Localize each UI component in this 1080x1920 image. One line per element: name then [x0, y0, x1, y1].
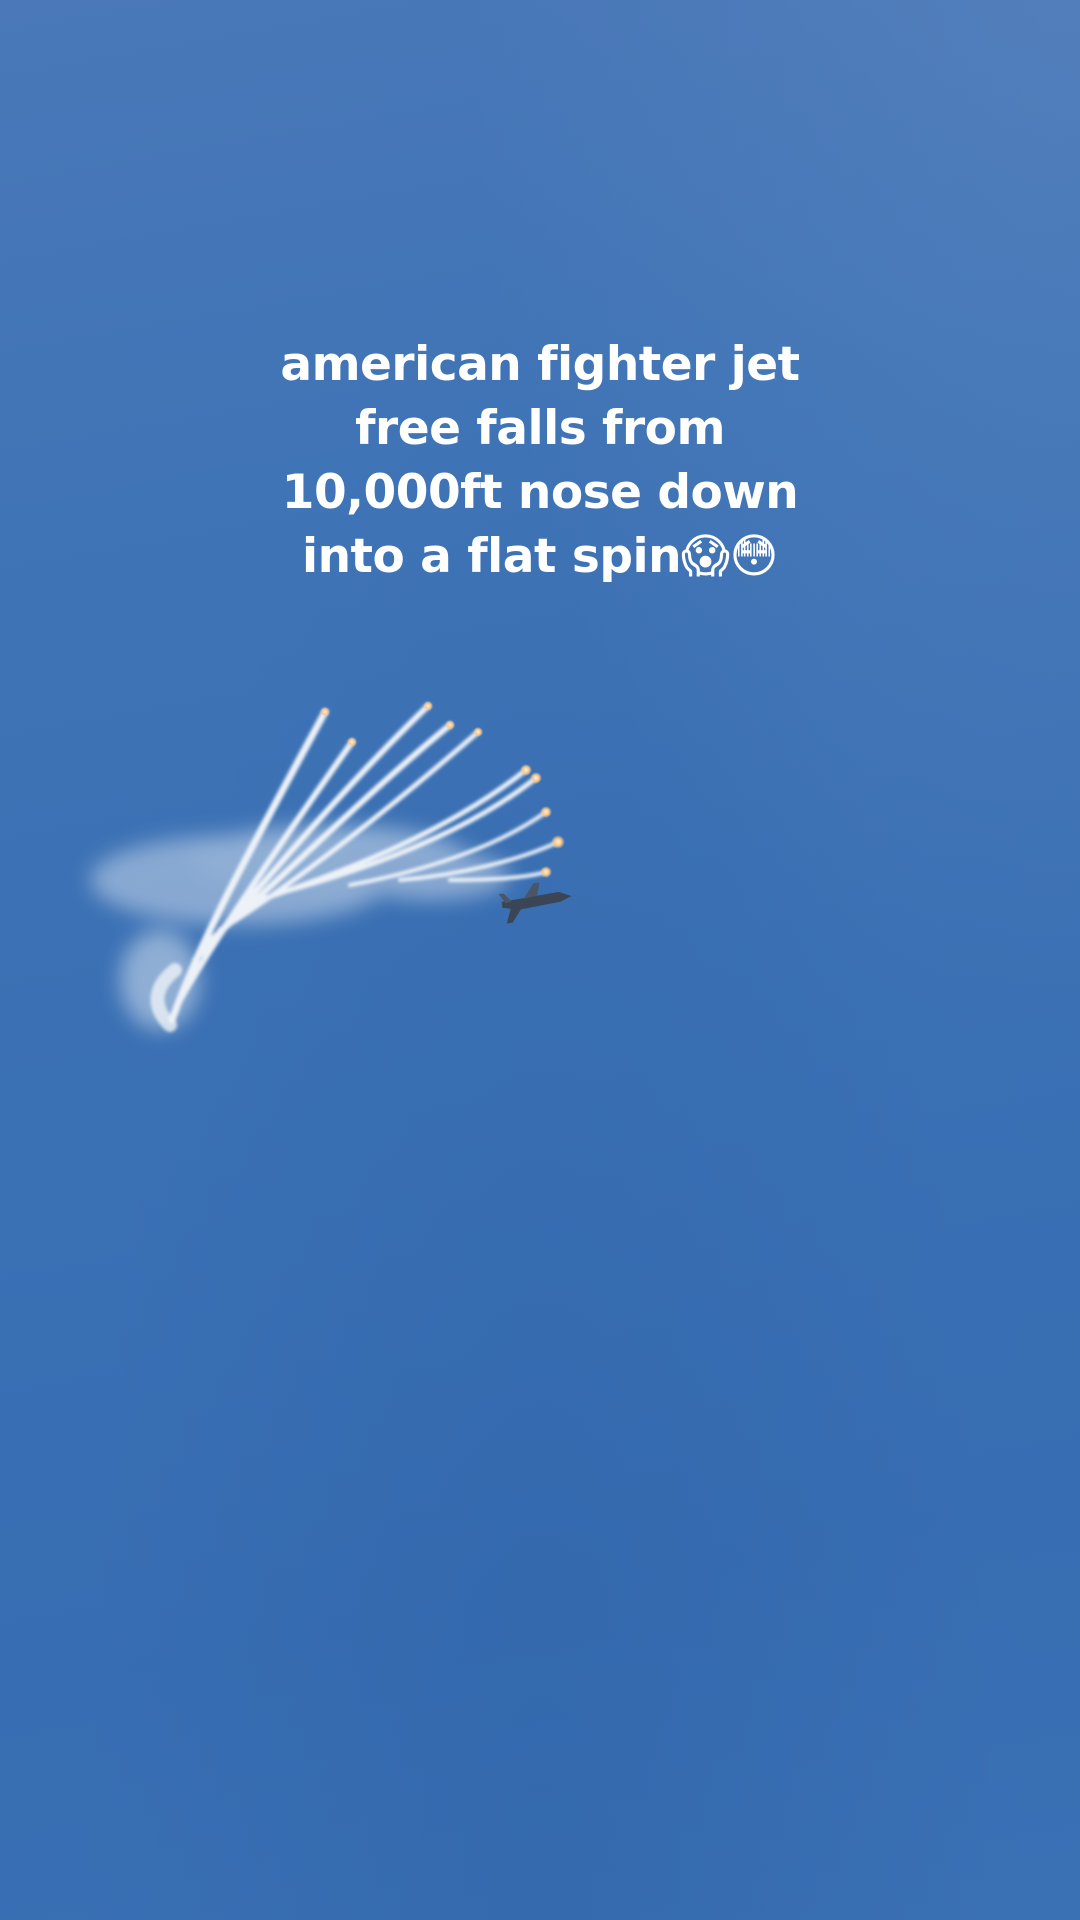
caption-line-4: into a flat spin😱😳 [301, 529, 779, 584]
fighter-jet-icon [498, 882, 572, 924]
flare [423, 701, 433, 711]
flare [347, 737, 357, 747]
flare [551, 835, 565, 849]
caption-line-1: american fighter jet [280, 337, 800, 392]
flare [473, 727, 483, 737]
video-frame[interactable]: american fighter jet free falls from 10,… [0, 0, 1080, 1920]
flare [520, 764, 532, 776]
flare-scene [90, 701, 572, 1032]
flare [320, 707, 330, 717]
flare [530, 772, 542, 784]
flare [540, 866, 552, 878]
video-caption: american fighter jet free falls from 10,… [240, 333, 840, 589]
caption-line-2: free falls from [355, 401, 725, 456]
flare [445, 720, 455, 730]
flare [540, 806, 552, 818]
caption-line-3: 10,000ft nose down [281, 465, 799, 520]
